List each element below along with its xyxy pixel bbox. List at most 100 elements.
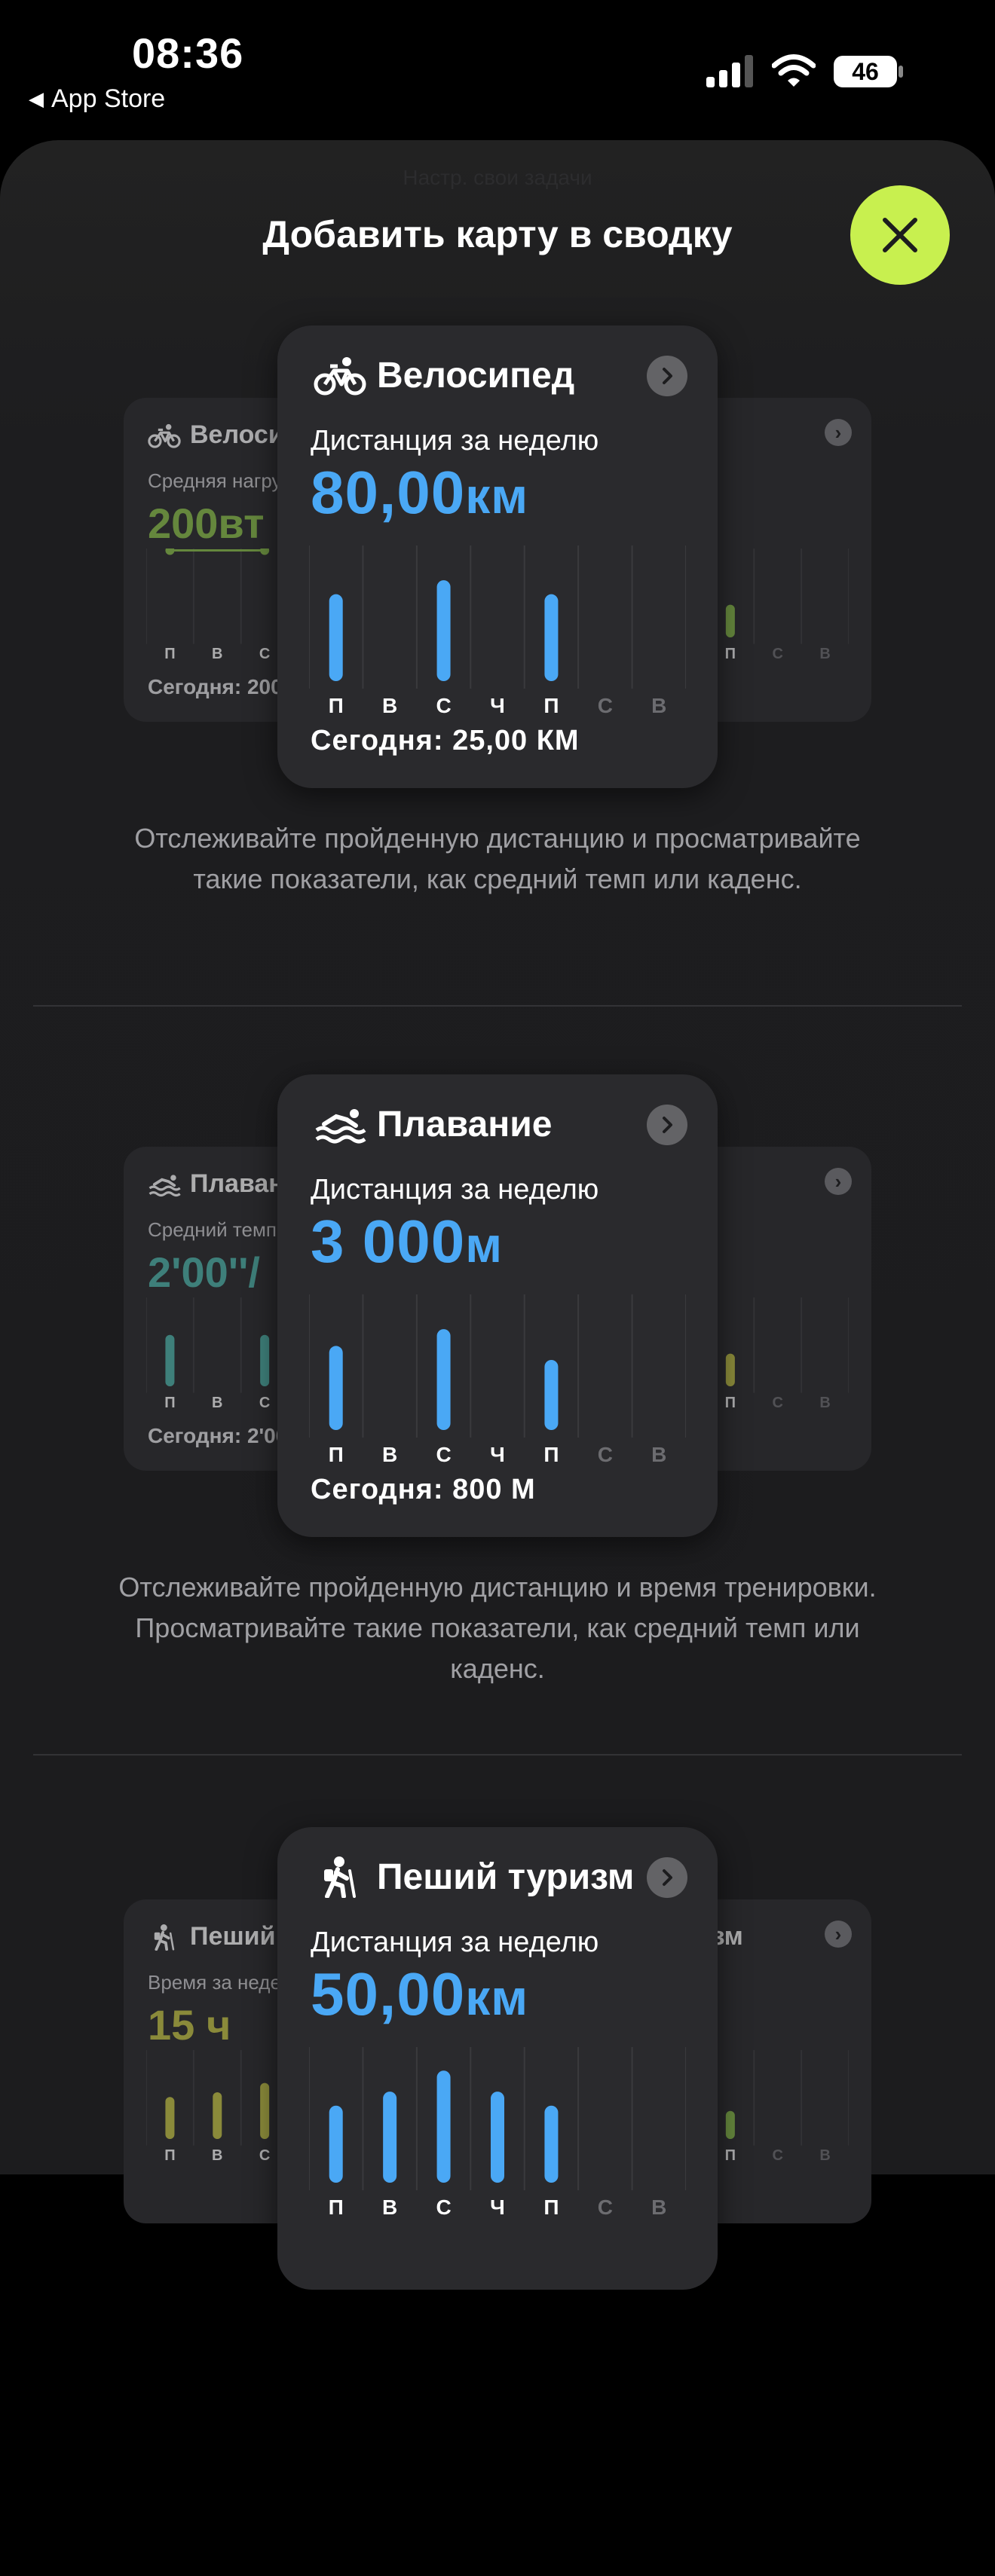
chart-bar (165, 1334, 175, 1386)
main-card-value-unit: м (465, 1217, 504, 1273)
chart-day-label: П (543, 2196, 559, 2217)
chart-day-label: В (382, 1443, 397, 1465)
sheet-ghost-title: Настр. свои задачи (403, 166, 592, 189)
swimming-icon (315, 1109, 366, 1144)
chart-day-label: П (543, 1443, 559, 1465)
main-card-value-number: 50,00 (311, 1960, 466, 2027)
main-card-value-number: 80,00 (311, 459, 466, 526)
bicycle-icon (148, 423, 181, 448)
card-section: ПлаваниеСредний темп2'00''/ПВСЧПСВСегодн… (0, 1074, 995, 1823)
chart-day-label: С (598, 694, 613, 716)
chevron-right-icon: › (825, 419, 852, 446)
sheet-title: Добавить карту в сводку (262, 213, 733, 255)
main-card-chart: ПВСЧПСВ (309, 2047, 686, 2217)
chart-bar (436, 2070, 451, 2183)
chart-bar (544, 594, 559, 681)
main-card-subtitle: Дистанция за неделю (311, 425, 599, 457)
chevron-right-icon (663, 1869, 672, 1886)
main-card-chart: ПВСЧПСВ (309, 1294, 686, 1465)
chart-bar (383, 2092, 397, 2183)
chart-day-label: Ч (490, 1443, 505, 1465)
chart-day-label: В (212, 646, 222, 662)
chart-day-label: П (164, 646, 175, 662)
chart-day-label: С (772, 646, 782, 662)
chart-day-label: П (725, 646, 736, 662)
back-to-app-store[interactable]: ◀ App Store (29, 84, 165, 114)
main-card-title-text: Велосипед (377, 355, 575, 396)
main-card[interactable]: Пеший туризм Дистанция за неделю 50,00км… (277, 1827, 718, 2290)
chart-day-label: В (382, 2196, 397, 2217)
chart-day-label: В (382, 694, 397, 716)
chart-day-label: Ч (490, 694, 505, 716)
main-card[interactable]: Плавание Дистанция за неделю 3 000м Сего… (277, 1074, 718, 1537)
chart-day-label: П (329, 1443, 344, 1465)
chart-day-label: С (598, 2196, 613, 2217)
chart-bar (329, 2105, 343, 2183)
chevron-right-icon (663, 368, 672, 384)
chart-bar (213, 2092, 222, 2139)
battery-icon: 46 (834, 56, 903, 87)
chart-day-label: П (543, 694, 559, 716)
card-details-button[interactable] (647, 1105, 687, 1145)
chart-bar (436, 1329, 451, 1430)
chart-day-label: П (329, 2196, 344, 2217)
main-card-title: Плавание (314, 1103, 552, 1145)
section-divider (33, 1754, 962, 1756)
chart-bar (436, 580, 451, 681)
chart-day-label: В (651, 1443, 666, 1465)
main-card-title-text: Плавание (377, 1104, 553, 1144)
chart-day-label: С (772, 1395, 782, 1410)
chart-day-label: С (436, 694, 451, 716)
section-divider (33, 1005, 962, 1007)
battery-level: 46 (852, 58, 879, 85)
card-section: Пеший туризмВремя за неделю15 чПВСЧПСВ›П… (0, 1827, 995, 2576)
chart-day-label: В (819, 646, 830, 662)
chart-day-label: С (436, 2196, 451, 2217)
close-icon (883, 218, 917, 252)
chart-day-label: П (329, 694, 344, 716)
chart-point (165, 549, 175, 555)
main-card[interactable]: Велосипед Дистанция за неделю 80,00км Се… (277, 325, 718, 788)
main-card-title: Велосипед (314, 354, 574, 396)
chart-point (260, 549, 270, 555)
card-section: ВелосипедСредняя нагрузка200втПВСЧПСВСег… (0, 325, 995, 1074)
main-card-value-unit: км (465, 468, 529, 524)
status-time: 08:36 (132, 29, 244, 77)
chart-day-label: В (651, 694, 666, 716)
chevron-right-icon: › (825, 1921, 852, 1948)
hiking-icon (324, 1856, 356, 1898)
chart-bar (329, 1346, 343, 1430)
main-card-chart: ПВСЧПСВ (309, 545, 686, 716)
main-card-subtitle: Дистанция за неделю (311, 1927, 599, 1958)
wifi-icon (772, 54, 816, 87)
chart-day-label: В (212, 1395, 222, 1410)
chart-day-label: С (259, 646, 270, 662)
chart-bar (544, 2105, 559, 2183)
chart-bar (260, 1334, 270, 1386)
chart-day-label: С (598, 1443, 613, 1465)
chart-day-label: С (259, 1395, 270, 1410)
chart-bar (725, 604, 735, 637)
back-app-label: App Store (51, 84, 166, 113)
main-card-value-unit: км (465, 1969, 529, 2025)
chart-bar (260, 2082, 270, 2139)
main-card-value: 50,00км (311, 1960, 528, 2029)
chart-bar (491, 2092, 504, 2183)
bicycle-icon (314, 357, 366, 396)
hiking-icon (154, 1924, 175, 1951)
main-card-footer: Сегодня: 25,00 КМ (311, 725, 580, 756)
main-card-title-text: Пеший туризм (377, 1856, 635, 1897)
chart-day-label: В (819, 1395, 830, 1410)
chart-bar (544, 1360, 559, 1430)
main-card-subtitle: Дистанция за неделю (311, 1174, 599, 1205)
close-button[interactable] (850, 185, 950, 285)
card-details-button[interactable] (647, 1857, 687, 1898)
chart-bar (165, 2097, 175, 2139)
chart-bar (725, 2110, 735, 2139)
main-card-value-number: 3 000 (311, 1208, 466, 1275)
card-details-button[interactable] (647, 356, 687, 396)
chart-bar (329, 594, 343, 681)
card-description: Отслеживайте пройденную дистанцию и прос… (134, 823, 861, 894)
main-card-footer: Сегодня: 800 М (311, 1474, 536, 1505)
chart-day-label: С (436, 1443, 451, 1465)
